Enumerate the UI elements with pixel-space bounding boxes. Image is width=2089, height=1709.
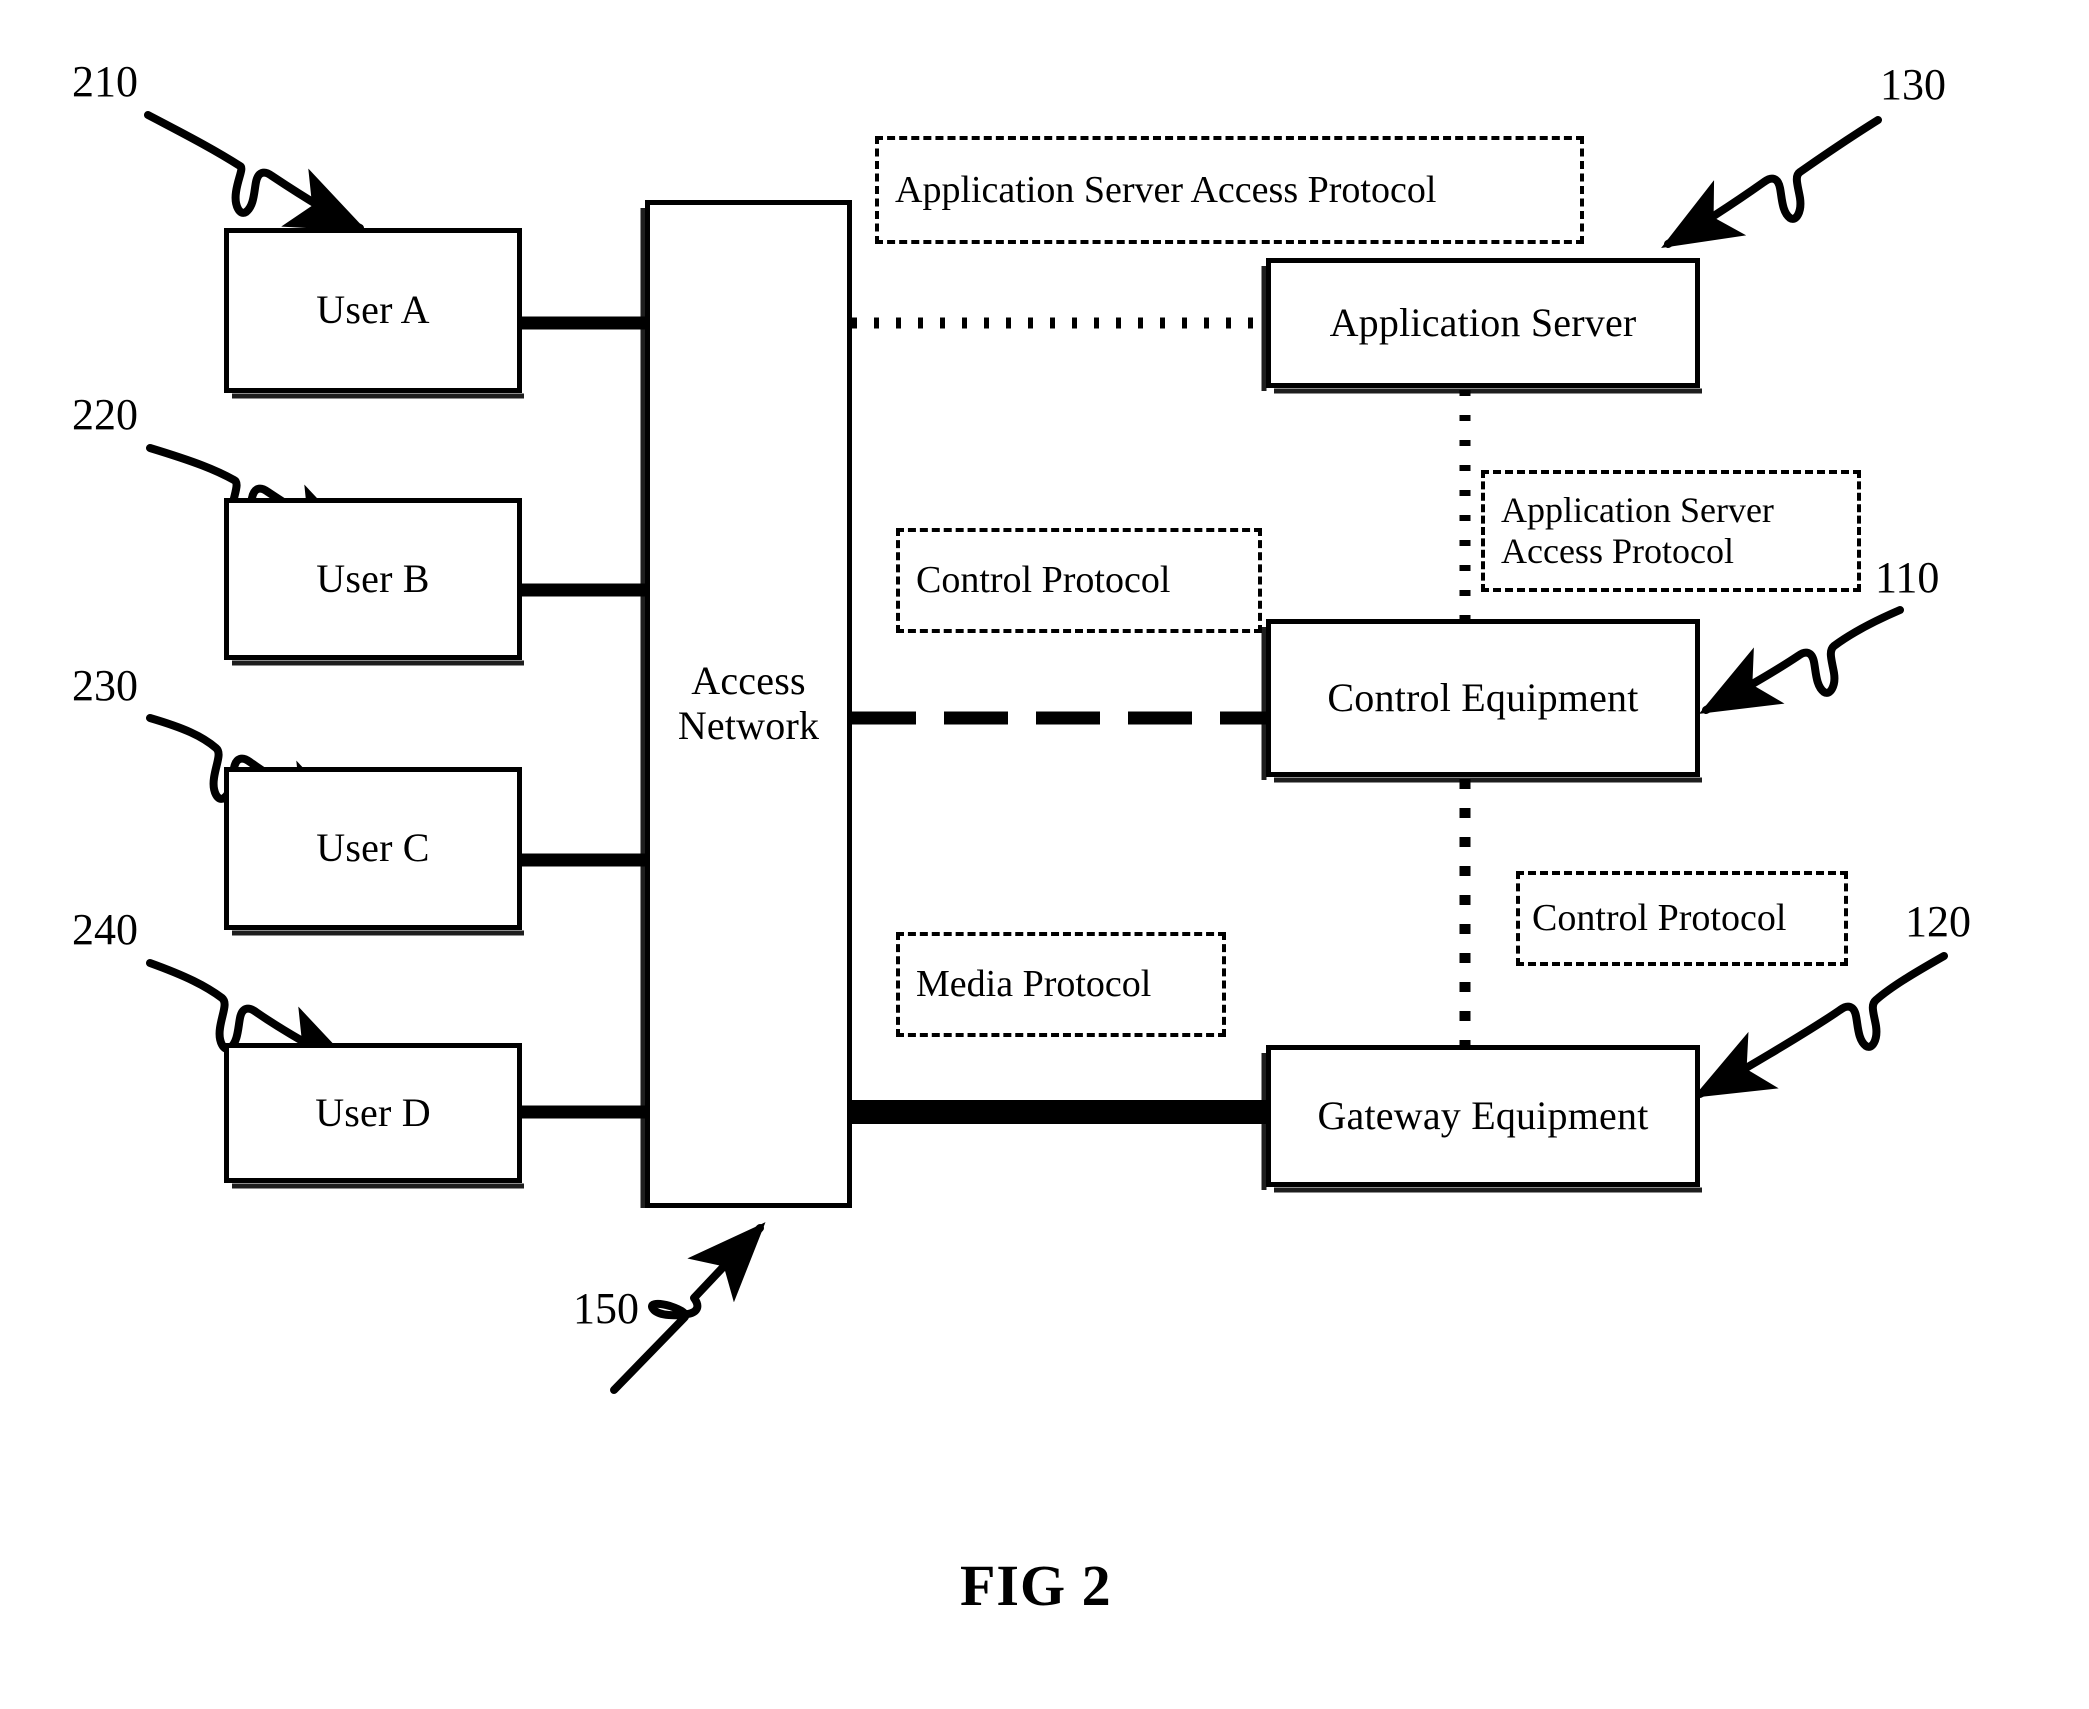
protocol-label-text: Control Protocol [1532, 897, 1787, 940]
node-user-b[interactable]: User B [224, 498, 522, 660]
lead-line-110 [1698, 606, 1904, 714]
protocol-label-control-protocol-right: Control Protocol [1516, 871, 1848, 966]
node-access-network-label: Access Network [677, 658, 820, 748]
protocol-label-application-server-access-protocol-top: Application Server Access Protocol [875, 136, 1584, 244]
reference-numeral-210: 210 [72, 60, 138, 104]
node-application-server[interactable]: Application Server [1266, 258, 1700, 388]
node-control-equipment[interactable]: Control Equipment [1266, 619, 1700, 777]
figure-page: User A User B User C User D Access Netwo… [0, 0, 2089, 1709]
node-gateway-equipment[interactable]: Gateway Equipment [1266, 1045, 1700, 1187]
protocol-label-media-protocol: Media Protocol [896, 932, 1226, 1037]
node-user-c[interactable]: User C [224, 767, 522, 930]
node-gateway-equipment-label: Gateway Equipment [1317, 1092, 1649, 1138]
reference-numeral-text: 220 [72, 390, 138, 439]
reference-numeral-text: 130 [1880, 60, 1946, 109]
node-user-b-label: User B [316, 555, 430, 601]
figure-caption-text: FIG 2 [960, 1553, 1112, 1618]
reference-numeral-110: 110 [1875, 556, 1939, 600]
protocol-label-control-protocol-left: Control Protocol [896, 528, 1262, 633]
lead-line-130 [1661, 116, 1882, 249]
reference-numeral-230: 230 [72, 664, 138, 708]
node-user-d-label: User D [315, 1089, 431, 1135]
reference-numeral-240: 240 [72, 908, 138, 952]
user-access-links [522, 316, 648, 1119]
reference-numeral-text: 120 [1905, 897, 1971, 946]
reference-numeral-220: 220 [72, 393, 138, 437]
protocol-label-text: Control Protocol [916, 559, 1171, 602]
reference-numeral-text: 150 [573, 1284, 639, 1333]
node-access-network[interactable]: Access Network [645, 200, 852, 1208]
reference-numeral-130: 130 [1880, 63, 1946, 107]
node-application-server-label: Application Server [1329, 299, 1637, 345]
node-user-d[interactable]: User D [224, 1043, 522, 1183]
figure-caption: FIG 2 [960, 1552, 1112, 1619]
reference-numeral-150: 150 [573, 1287, 639, 1331]
node-user-a-label: User A [316, 287, 430, 333]
protocol-label-application-server-access-protocol-vertical: Application Server Access Protocol [1481, 470, 1861, 592]
protocol-label-text: Media Protocol [916, 963, 1152, 1006]
reference-numeral-text: 210 [72, 57, 138, 106]
protocol-label-text: Application Server Access Protocol [1501, 490, 1774, 571]
lead-line-120 [1692, 952, 1948, 1098]
reference-numeral-text: 230 [72, 661, 138, 710]
node-control-equipment-label: Control Equipment [1327, 674, 1639, 720]
reference-numeral-text: 240 [72, 905, 138, 954]
reference-numeral-text: 110 [1875, 553, 1940, 602]
protocol-label-text: Application Server Access Protocol [895, 168, 1437, 211]
reference-numeral-120: 120 [1905, 900, 1971, 944]
node-user-a[interactable]: User A [224, 228, 522, 393]
lead-line-210 [144, 111, 368, 232]
node-user-c-label: User C [316, 825, 430, 871]
